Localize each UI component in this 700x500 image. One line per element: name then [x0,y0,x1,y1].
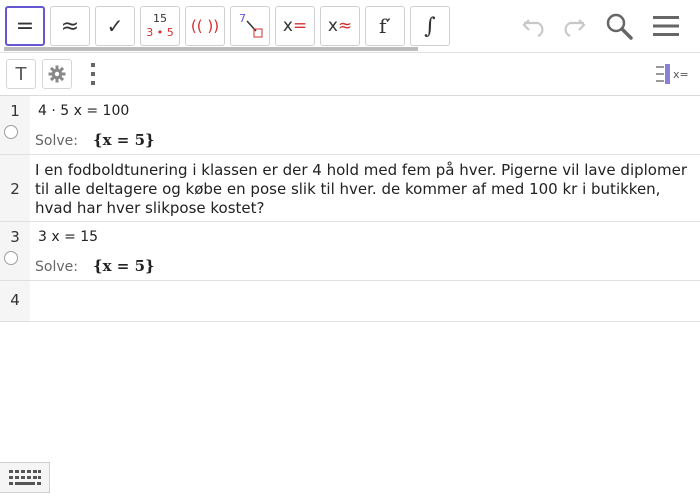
svg-text:x=: x= [673,68,689,81]
toolbar-scrollbar[interactable] [4,47,418,51]
search-button[interactable] [602,8,636,44]
solve-button[interactable]: x= [275,6,315,46]
algebra-style-bar: T x= [0,53,700,96]
more-options-button[interactable] [86,61,100,89]
expand-button[interactable]: (( )) [185,6,225,46]
keyboard-toggle-button[interactable] [0,462,50,493]
evaluate-button[interactable]: = [5,6,45,46]
algebra-description-icon: x= [656,64,689,84]
row-number: 2 [0,155,30,221]
redo-button[interactable] [556,8,590,44]
settings-button[interactable] [42,59,72,89]
nsolve-button[interactable]: x≈ [320,6,360,46]
visibility-toggle[interactable] [4,251,18,265]
substitute-icon: 7 [239,12,263,38]
check-button[interactable]: ✓ [95,6,135,46]
cas-toolbar: = ≈ ✓ 15 3 • 5 (( )) 7 x= x≈ f′ ∫ [0,0,700,52]
nsolve-icon: x≈ [327,16,353,36]
factor-button[interactable]: 15 3 • 5 [140,6,180,46]
gear-icon [48,65,66,83]
cas-result: {x = 5} [93,257,155,275]
solve-label: Solve: [35,259,78,275]
hamburger-icon [653,16,679,36]
numeric-button[interactable]: ≈ [50,6,90,46]
row-number: 4 [0,281,30,321]
substitute-button[interactable]: 7 [230,6,270,46]
keyboard-icon [8,469,41,485]
text-tool-button[interactable]: T [6,59,36,89]
derivative-button[interactable]: f′ [365,6,405,46]
cas-text-cell[interactable]: I en fodboldtunering i klassen er der 4 … [35,161,690,218]
cas-row-2[interactable]: 2 I en fodboldtunering i klassen er der … [0,155,700,222]
solve-label: Solve: [35,133,78,149]
row-number: 3 [0,222,30,280]
svg-text:7: 7 [239,12,246,25]
main-menu-button[interactable] [648,8,684,44]
redo-icon [564,19,586,38]
cas-row-3[interactable]: 3 3 x = 15 Solve: {x = 5} [0,222,700,281]
vertical-dots-icon [91,63,95,85]
undo-button[interactable] [518,8,552,44]
integral-button[interactable]: ∫ [410,6,450,46]
cas-row-1[interactable]: 1 4 · 5 x = 100 Solve: {x = 5} [0,96,700,155]
cas-row-4[interactable]: 4 [0,281,700,322]
row-number: 1 [0,96,30,154]
undo-icon [522,19,544,38]
cas-result: {x = 5} [93,131,155,149]
visibility-toggle[interactable] [4,125,18,139]
cas-input[interactable]: 3 x = 15 [38,229,98,245]
solve-icon: x= [282,16,308,36]
search-icon [606,13,633,40]
toggle-algebra-input-button[interactable]: x= [654,63,690,85]
cas-input[interactable]: 4 · 5 x = 100 [38,103,129,119]
